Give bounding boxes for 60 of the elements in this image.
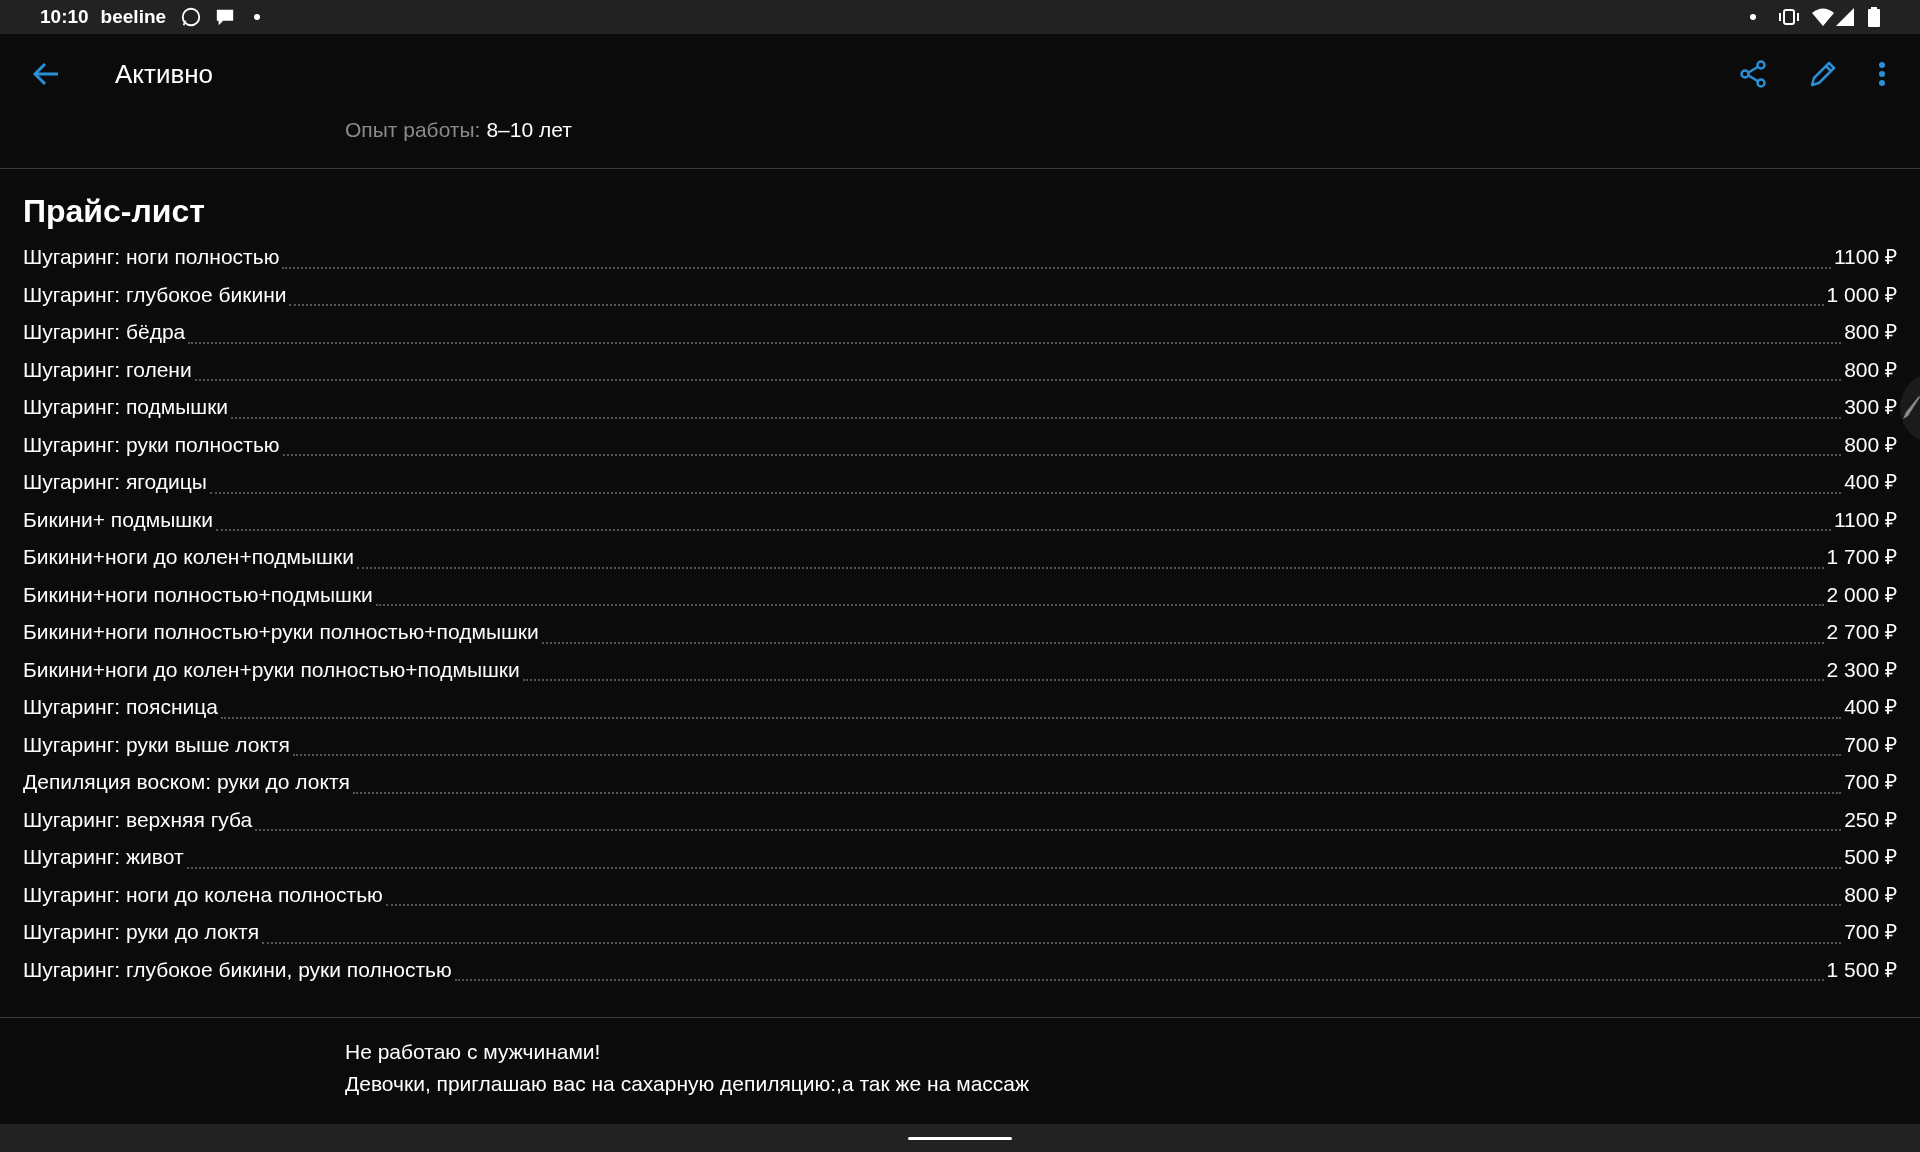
service-price: 300 ₽ <box>1844 394 1897 420</box>
service-price: 1 700 ₽ <box>1826 544 1897 570</box>
description-text: Не работаю с мужчинами! <box>345 1039 602 1065</box>
status-time: 10:10 <box>40 4 89 29</box>
share-icon <box>1738 59 1768 89</box>
service-price: 800 ₽ <box>1844 431 1897 458</box>
wifi-icon <box>1812 8 1834 26</box>
pencil-icon <box>1808 59 1838 89</box>
service-name: Шугаринг: голени <box>23 356 192 383</box>
section-title: Прайс-лист <box>23 192 206 231</box>
service-name: Шугаринг: руки выше локтя <box>23 731 290 758</box>
pencil-icon <box>1902 394 1920 422</box>
service-price: 250 ₽ <box>1844 806 1897 833</box>
service-price: 800 ₽ <box>1844 881 1897 908</box>
signal-icon <box>1836 8 1854 26</box>
share-button[interactable] <box>1738 59 1768 89</box>
experience-label: Опыт работы: <box>345 117 481 143</box>
battery-icon <box>1868 7 1880 27</box>
service-price: 1100 ₽ <box>1834 506 1897 533</box>
experience-value: 8–10 лет <box>486 117 572 143</box>
service-name: Бикини+ноги до колен+руки полностью+подмышки <box>23 656 520 683</box>
service-name: Шугаринг: подмышки <box>23 394 229 420</box>
service-name: Бикини+ подмышки <box>23 506 213 533</box>
more-options-button[interactable] <box>1878 61 1886 87</box>
service-price: 700 ₽ <box>1844 731 1897 758</box>
carrier-name: beeline <box>100 4 167 29</box>
service-price: 700 ₽ <box>1844 919 1897 945</box>
more-vertical-icon <box>1878 61 1886 87</box>
service-name: Шугаринг: верхняя губа <box>23 806 253 833</box>
service-price: 400 ₽ <box>1844 694 1897 720</box>
edit-button[interactable] <box>1808 59 1838 89</box>
service-name: Депиляция воском: руки до локтя <box>23 769 350 795</box>
description-text: Девочки, приглашаю вас на сахарную депиляцию:,а так же на массаж <box>345 1071 1031 1097</box>
service-price: 400 ₽ <box>1844 469 1897 495</box>
service-name: Шугаринг: бёдра <box>23 319 186 345</box>
service-price: 700 ₽ <box>1844 769 1897 795</box>
service-name: Шугаринг: живот <box>23 844 184 870</box>
service-price: 800 ₽ <box>1844 319 1897 345</box>
service-price: 1 000 ₽ <box>1826 281 1897 308</box>
service-price: 2 000 ₽ <box>1826 581 1897 608</box>
back-arrow-icon <box>32 62 60 86</box>
vibrate-icon <box>1778 9 1800 25</box>
service-name: Шугаринг: ноги до колена полностью <box>23 881 383 908</box>
service-price: 2 700 ₽ <box>1826 619 1897 645</box>
service-price: 1100 ₽ <box>1834 244 1897 270</box>
service-name: Шугаринг: руки полностью <box>23 431 280 458</box>
service-name: Шугаринг: ноги полностью <box>23 244 280 270</box>
service-name: Бикини+ноги полностью+руки полностью+подмышки <box>23 619 539 645</box>
service-name: Бикини+ноги полностью+подмышки <box>23 581 373 608</box>
service-price: 2 300 ₽ <box>1826 656 1897 683</box>
service-price: 500 ₽ <box>1844 844 1897 870</box>
service-name: Шугаринг: глубокое бикини, руки полностью <box>23 956 452 983</box>
service-name: Шугаринг: поясница <box>23 694 218 720</box>
service-price: 1 500 ₽ <box>1826 956 1897 983</box>
service-price: 800 ₽ <box>1844 356 1897 383</box>
service-name: Бикини+ноги до колен+подмышки <box>23 544 354 570</box>
service-name: Шугаринг: руки до локтя <box>23 919 259 945</box>
service-name: Шугаринг: ягодицы <box>23 469 207 495</box>
service-name: Шугаринг: глубокое бикини <box>23 281 287 308</box>
screen-title: Активно <box>115 57 214 91</box>
